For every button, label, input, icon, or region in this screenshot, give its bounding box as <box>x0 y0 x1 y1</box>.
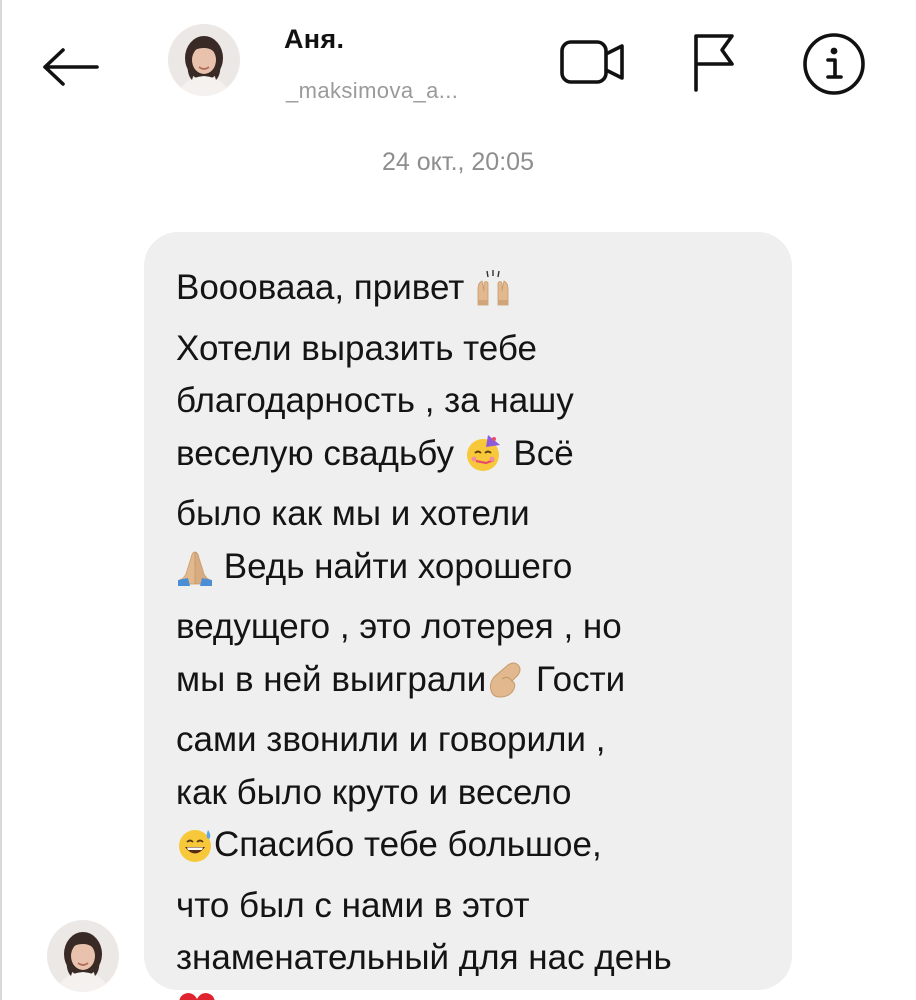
message-line: благодарность , за нашу <box>176 381 574 420</box>
message-text: Всё <box>503 433 574 473</box>
back-button[interactable] <box>30 35 110 99</box>
info-button[interactable] <box>798 28 870 100</box>
message-line <box>176 985 772 1000</box>
grinning-sweat-emoji <box>176 826 214 880</box>
direct-message-screen: Аня. _maksimova_a... 24 окт., 20:05 Вооо… <box>0 0 916 1000</box>
chat-header: Аня. _maksimova_a... <box>0 0 916 120</box>
message-line: сами звонили и говорили , <box>176 720 606 759</box>
message-line: мы в ней выиграли Гости <box>176 654 772 715</box>
video-call-button[interactable] <box>556 34 630 90</box>
message-text: Гости <box>526 659 626 699</box>
message-text: мы в ней выиграли <box>176 659 487 699</box>
contact-name[interactable]: Аня. <box>284 24 344 55</box>
red-heart-emoji <box>176 990 218 1000</box>
profile-photo <box>47 920 119 992</box>
pinching-hand-emoji <box>486 659 526 715</box>
message-bubble[interactable]: Вооовааа, привет Хотели выразить тебе бл… <box>144 232 792 1000</box>
profile-photo <box>168 24 240 96</box>
message-line: Вооовааа, привет <box>176 262 772 323</box>
sender-avatar[interactable] <box>47 920 119 992</box>
avatar[interactable] <box>168 24 240 96</box>
message-line: Хотели выразить тебе <box>176 328 537 368</box>
message-line: что был с нами в этот <box>176 885 530 925</box>
message-line: ведущего , это лотерея , но <box>176 607 622 646</box>
message-line: Спасибо тебе большое, <box>176 819 772 880</box>
message-text: веселую свадьбу <box>176 433 454 473</box>
report-flag-icon <box>694 34 734 92</box>
info-icon <box>803 33 865 95</box>
raising-hands-emoji <box>474 269 512 323</box>
message-text: Спасибо тебе большое, <box>214 825 602 864</box>
message-line: веселую свадьбу Всё <box>176 428 772 489</box>
contact-username[interactable]: _maksimova_a... <box>286 78 458 104</box>
message-line: было как мы и хотели <box>176 494 530 533</box>
report-button[interactable] <box>684 30 744 94</box>
arrow-left-icon <box>43 48 99 86</box>
message-timestamp: 24 окт., 20:05 <box>382 148 534 176</box>
video-call-icon <box>560 40 624 84</box>
message-line: Ведь найти хорошего <box>176 541 772 602</box>
message-text: Ведь найти хорошего <box>214 546 573 586</box>
folded-hands-emoji <box>176 548 214 602</box>
partying-face-emoji <box>464 433 504 489</box>
message-line: как было круто и весело <box>176 772 572 812</box>
message-text: Вооовааа, привет <box>176 268 465 307</box>
message-line: знаменательный для нас день <box>176 938 672 977</box>
